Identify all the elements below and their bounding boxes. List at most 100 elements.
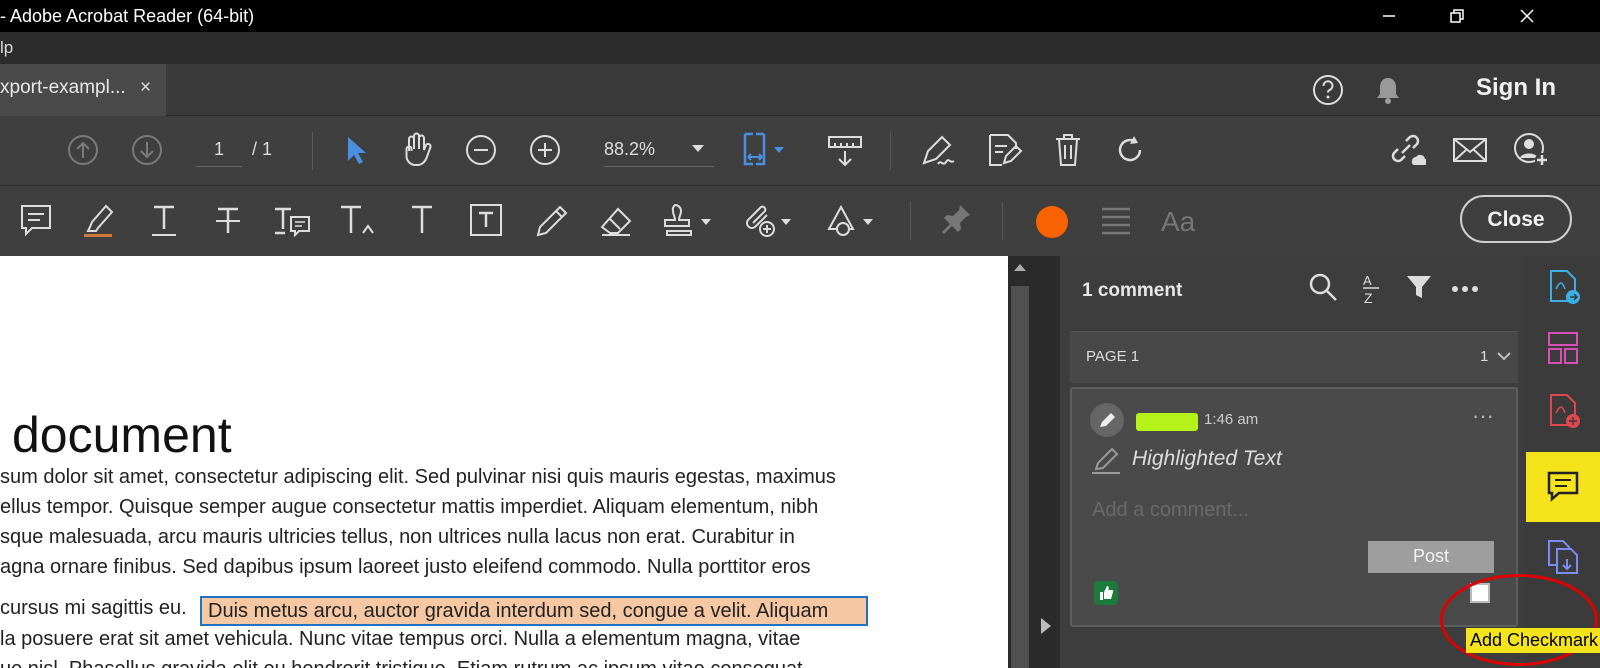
color-picker-orange[interactable] <box>1030 201 1074 243</box>
organize-pages-icon[interactable] <box>1526 318 1600 380</box>
document-tab-label: xport-exampl... <box>0 77 126 98</box>
notifications-bell-icon[interactable] <box>1370 72 1406 108</box>
line-thickness-icon[interactable] <box>1094 199 1138 241</box>
vertical-scrollbar[interactable] <box>1008 256 1032 668</box>
page-number-input[interactable]: 1 <box>196 133 242 167</box>
menu-bar: lp <box>0 32 1600 64</box>
highlight-type-icon <box>1092 447 1120 474</box>
text-box-icon[interactable] <box>464 199 508 241</box>
fill-sign-icon[interactable] <box>916 129 960 171</box>
toolbar-divider <box>312 132 313 170</box>
select-arrow-icon[interactable] <box>336 131 374 169</box>
doc-text-line: cursus mi sagittis eu. <box>0 597 187 619</box>
comment-timestamp: 1:46 am <box>1204 411 1259 428</box>
doc-text-line: sum dolor sit amet, consectetur adipisci… <box>0 466 836 488</box>
previous-page-icon[interactable] <box>64 131 102 169</box>
close-tab-icon[interactable]: × <box>140 77 151 99</box>
comment-type-label: Highlighted Text <box>1132 447 1282 470</box>
panel-splitter[interactable] <box>1032 256 1060 668</box>
highlighter-avatar-icon <box>1090 403 1124 437</box>
close-comment-tool-button[interactable]: Close <box>1460 195 1572 243</box>
zoom-level-value: 88.2% <box>604 139 656 159</box>
page-group-count: 1 <box>1480 348 1489 365</box>
redacted-author <box>1136 413 1198 431</box>
more-options-icon[interactable] <box>1448 270 1482 304</box>
svg-text:A: A <box>1363 273 1372 288</box>
doc-text-line: ellus tempor. Quisque semper augue conse… <box>0 496 819 518</box>
title-bar: - Adobe Acrobat Reader (64-bit) <box>0 0 1600 32</box>
page-group-header[interactable]: PAGE 1 1 <box>1070 331 1518 383</box>
attach-file-icon[interactable] <box>740 199 798 241</box>
window-title: - Adobe Acrobat Reader (64-bit) <box>0 6 255 26</box>
thumbs-up-icon[interactable] <box>1094 581 1118 605</box>
svg-text:Z: Z <box>1364 290 1373 305</box>
toolbar-divider <box>1002 202 1003 240</box>
chevron-down-icon <box>692 145 704 152</box>
doc-text-line: ue nisl. Phasellus gravida elit eu hendr… <box>0 658 808 668</box>
add-comment-input[interactable]: Add a comment... <box>1092 499 1249 522</box>
doc-heading: document <box>12 407 232 463</box>
rotate-icon[interactable] <box>1110 129 1150 171</box>
toolbar-divider <box>910 202 911 240</box>
insert-text-icon[interactable] <box>336 199 380 241</box>
zoom-in-icon[interactable] <box>526 131 564 169</box>
doc-text-line: agna ornare finibus. Sed dapibus ipsum l… <box>0 556 811 578</box>
zoom-out-icon[interactable] <box>462 131 500 169</box>
pin-tool-icon[interactable] <box>934 199 978 241</box>
delete-trash-icon[interactable] <box>1048 129 1088 171</box>
toolbar-divider <box>890 132 891 170</box>
post-button[interactable]: Post <box>1368 541 1494 573</box>
close-window-button[interactable] <box>1504 0 1550 32</box>
underline-text-icon[interactable] <box>144 199 184 241</box>
create-pdf-icon[interactable] <box>1526 380 1600 442</box>
restore-button[interactable] <box>1434 0 1480 32</box>
comments-count: 1 comment <box>1082 280 1183 301</box>
tab-bar: xport-exampl... × Sign In <box>0 64 1600 116</box>
svg-text:Aa: Aa <box>1161 206 1196 237</box>
highlighted-text: Duis metus arcu, auctor gravida interdum… <box>208 600 829 622</box>
sign-in-button[interactable]: Sign In <box>1476 74 1556 102</box>
shapes-icon[interactable] <box>822 199 880 241</box>
share-link-icon[interactable] <box>1384 129 1428 171</box>
strikethrough-icon[interactable] <box>208 199 248 241</box>
replace-text-icon[interactable] <box>270 199 314 241</box>
pencil-draw-icon[interactable] <box>530 199 570 241</box>
export-pdf-icon[interactable] <box>1526 256 1600 318</box>
hand-tool-icon[interactable] <box>396 129 438 171</box>
main-toolbar: 1 / 1 88.2% <box>0 116 1600 186</box>
next-page-icon[interactable] <box>128 131 166 169</box>
stamp-icon[interactable] <box>660 199 718 241</box>
comment-more-icon[interactable]: ··· <box>1472 403 1494 429</box>
filter-icon[interactable] <box>1402 270 1436 304</box>
comment-tool-icon[interactable] <box>1526 452 1600 522</box>
search-icon[interactable] <box>1306 270 1340 304</box>
highlighter-icon[interactable] <box>78 199 118 241</box>
add-text-icon[interactable] <box>402 199 442 241</box>
email-icon[interactable] <box>1448 129 1492 171</box>
eraser-icon[interactable] <box>594 199 638 241</box>
document-page[interactable]: document sum dolor sit amet, consectetur… <box>0 256 1008 668</box>
menu-item-help[interactable]: lp <box>0 38 13 58</box>
doc-text-line: la posuere erat sit amet vehicula. Nunc … <box>0 628 801 650</box>
edit-pdf-icon[interactable] <box>982 129 1026 171</box>
minimize-button[interactable] <box>1366 0 1412 32</box>
help-icon[interactable] <box>1310 72 1346 108</box>
doc-text-line: sque malesuada, arcu mauris ultricies te… <box>0 526 795 548</box>
zoom-level-dropdown[interactable]: 88.2% <box>604 133 714 167</box>
document-tab[interactable]: xport-exampl... × <box>0 64 166 116</box>
sort-az-icon[interactable]: AZ <box>1356 270 1386 306</box>
comment-card[interactable]: 1:46 am ··· Highlighted Text Add a comme… <box>1070 387 1518 627</box>
page-total: / 1 <box>252 139 273 159</box>
page-group-label: PAGE 1 <box>1086 348 1140 365</box>
sticky-note-icon[interactable] <box>16 199 56 241</box>
scrollbar-thumb[interactable] <box>1011 286 1029 668</box>
comment-toolbar: Aa Close <box>0 186 1600 256</box>
fit-page-icon[interactable] <box>740 129 794 171</box>
add-user-icon[interactable] <box>1510 129 1554 171</box>
scroll-mode-icon[interactable] <box>822 129 868 171</box>
chevron-down-icon[interactable] <box>1496 350 1512 362</box>
scroll-up-icon[interactable] <box>1008 256 1032 280</box>
font-size-icon[interactable]: Aa <box>1158 199 1208 241</box>
highlight-annotation[interactable]: Duis metus arcu, auctor gravida interdum… <box>200 596 868 626</box>
add-checkmark-tooltip: Add Checkmark <box>1466 628 1600 653</box>
